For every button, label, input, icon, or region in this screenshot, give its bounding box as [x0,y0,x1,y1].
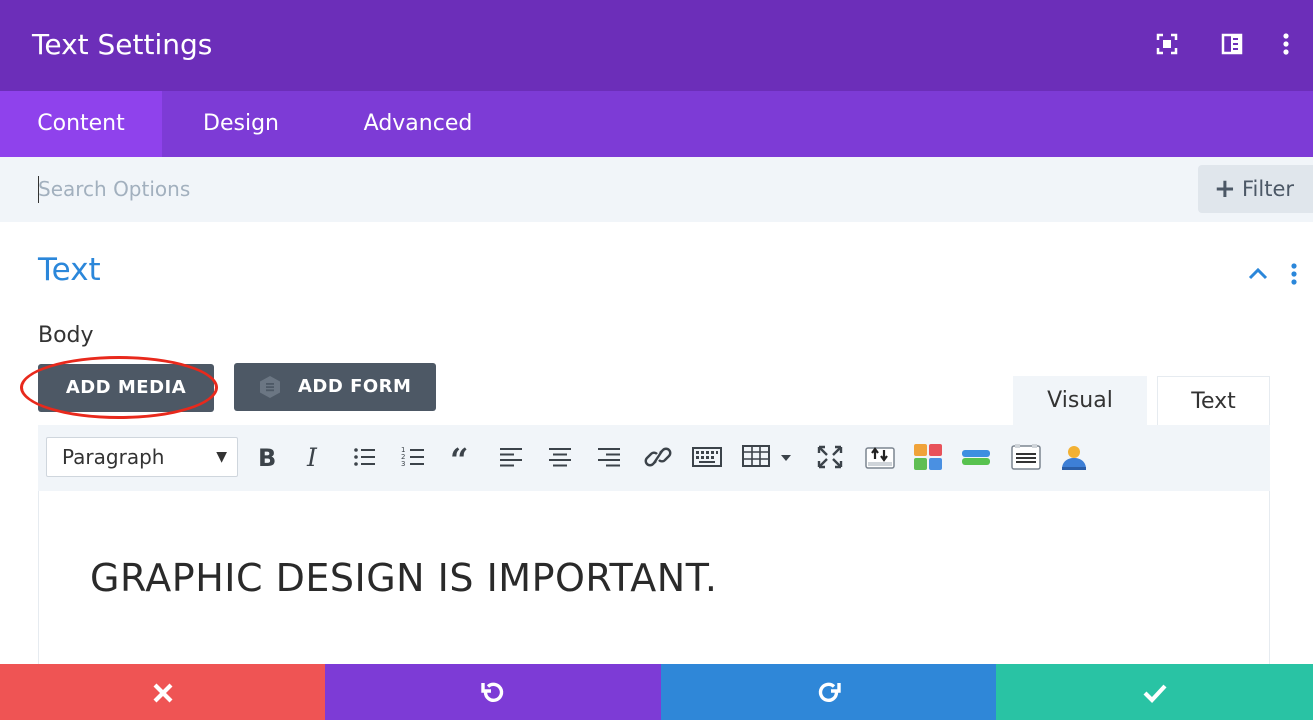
svg-text:3: 3 [401,460,405,468]
tab-design[interactable]: Design [176,91,306,157]
body-field-label: Body [38,323,94,348]
add-form-label: ADD FORM [298,376,412,397]
chevron-down-icon: ▼ [216,449,227,465]
expand-icon[interactable] [1155,32,1179,56]
format-select[interactable]: Paragraph ▼ [46,437,238,477]
search-bar [0,157,1313,222]
more-options-icon[interactable] [1276,32,1296,56]
redo-icon [818,682,841,702]
settings-tabs: Content Design Advanced [0,91,1313,157]
svg-text:I: I [306,443,318,472]
undo-icon [481,682,504,702]
align-left-icon[interactable] [497,441,525,473]
blockquote-icon[interactable]: “ [448,441,476,473]
check-icon [1143,684,1167,704]
sidebar-toggle-icon[interactable] [1220,32,1244,56]
tab-visual[interactable]: Visual [1013,376,1147,426]
table-icon[interactable] [740,441,796,473]
svg-text:B: B [258,444,276,472]
bullet-list-icon[interactable] [350,441,378,473]
list-box-icon[interactable] [1010,441,1042,473]
panel-title: Text Settings [32,28,213,61]
align-right-icon[interactable] [595,441,623,473]
search-input[interactable] [38,167,1178,211]
form-icon [260,376,280,398]
add-form-button[interactable]: ADD FORM [234,363,436,411]
section-more-icon[interactable] [1284,262,1304,286]
redo-button[interactable] [661,664,996,720]
filter-label: Filter [1242,177,1295,201]
upload-icon[interactable] [864,441,896,473]
link-icon[interactable] [644,441,672,473]
close-button[interactable] [0,664,325,720]
numbered-list-icon[interactable]: 1 2 3 [399,441,427,473]
tab-text[interactable]: Text [1157,376,1270,426]
undo-button[interactable] [325,664,661,720]
plus-icon: + [1214,174,1236,204]
filter-button[interactable]: + Filter [1198,165,1313,213]
chevron-up-icon[interactable] [1246,262,1270,286]
text-cursor [38,176,39,203]
editor-content-area[interactable]: GRAPHIC DESIGN IS IMPORTANT. [38,491,1270,671]
color-grid-icon[interactable] [912,441,944,473]
layers-icon[interactable] [960,441,992,473]
section-title[interactable]: Text [38,252,101,288]
align-center-icon[interactable] [546,441,574,473]
tab-content[interactable]: Content [0,91,162,157]
fullscreen-icon[interactable] [816,441,844,473]
add-media-button[interactable]: ADD MEDIA [38,364,214,412]
keyboard-icon[interactable] [691,441,723,473]
format-select-value: Paragraph [62,445,165,469]
settings-header: Text Settings [0,0,1313,91]
italic-icon[interactable]: I [300,441,328,473]
user-icon[interactable] [1058,441,1090,473]
tab-advanced[interactable]: Advanced [342,91,494,157]
close-icon [153,683,172,703]
svg-text:“: “ [450,441,468,473]
editor-text[interactable]: GRAPHIC DESIGN IS IMPORTANT. [90,556,718,600]
bold-icon[interactable]: B [252,441,280,473]
save-button[interactable] [996,664,1313,720]
